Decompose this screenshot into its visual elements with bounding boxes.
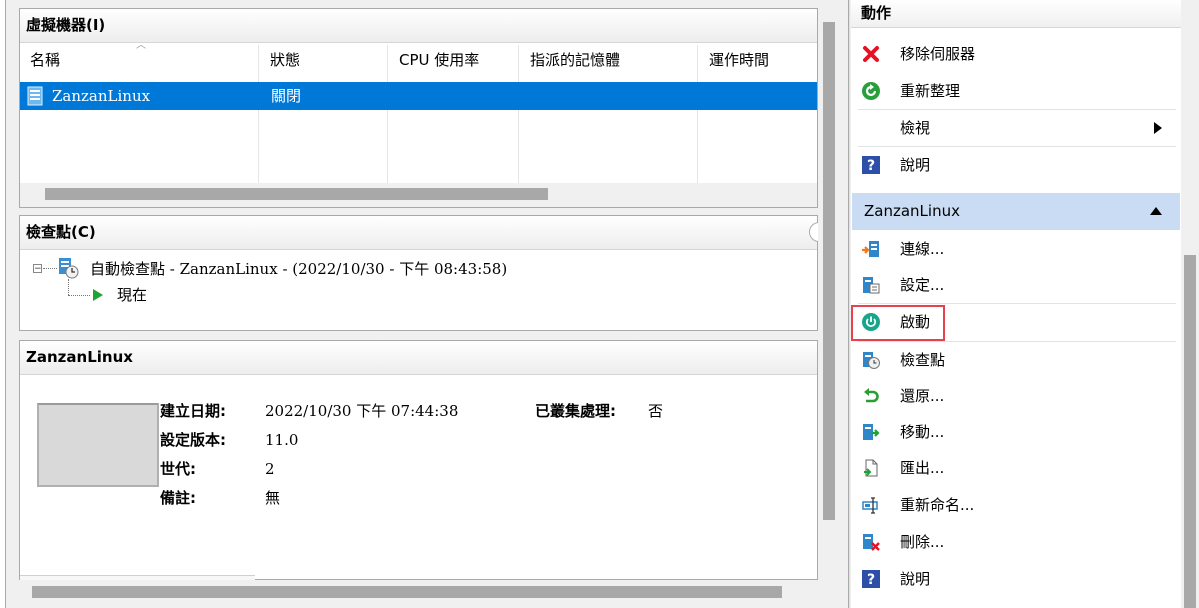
red-x-icon	[863, 46, 879, 62]
delete-icon	[863, 534, 880, 551]
vm-help-action[interactable]: ? 說明	[852, 561, 1180, 597]
scrollbar-thumb[interactable]	[1184, 255, 1196, 608]
delete-action[interactable]: 刪除...	[852, 524, 1180, 560]
created-date-label: 建立日期:	[160, 402, 226, 420]
move-label: 移動...	[900, 423, 945, 441]
help-icon: ?	[862, 156, 880, 174]
settings-action[interactable]: 設定...	[852, 267, 1180, 303]
main-horizontal-scrollbar[interactable]	[6, 581, 818, 603]
svg-text:?: ?	[867, 158, 875, 174]
vm-section-title: ZanzanLinux	[864, 202, 960, 220]
help-icon: ?	[862, 570, 880, 588]
export-icon	[864, 459, 878, 477]
clustered-label: 已叢集處理:	[535, 402, 616, 420]
window-left-edge	[0, 0, 6, 608]
column-header-name[interactable]: 名稱	[30, 45, 60, 75]
details-tab-strip[interactable]	[20, 575, 255, 580]
settings-label: 設定...	[900, 276, 945, 294]
checkpoint-label: 檢查點	[900, 351, 946, 369]
notes-label: 備註:	[160, 489, 196, 507]
move-action[interactable]: 移動...	[852, 414, 1180, 450]
vm-thumbnail[interactable]	[37, 403, 159, 487]
help-action[interactable]: ? 說明	[852, 147, 1180, 183]
virtual-machine-icon	[27, 86, 43, 106]
connect-icon	[862, 241, 879, 257]
revert-icon	[864, 388, 879, 403]
rename-label: 重新命名...	[900, 496, 975, 514]
tree-line	[43, 268, 57, 269]
clustered-value: 否	[648, 402, 664, 420]
column-header-uptime[interactable]: 運作時間	[709, 45, 769, 75]
checkpoint-item[interactable]: 自動檢查點 - ZanzanLinux - (2022/10/30 - 下午 0…	[90, 258, 507, 280]
delete-label: 刪除...	[900, 533, 945, 551]
column-divider	[518, 45, 519, 183]
export-label: 匯出...	[900, 459, 945, 477]
column-header-memory[interactable]: 指派的記憶體	[530, 45, 620, 75]
column-divider	[258, 45, 259, 183]
revert-label: 還原...	[900, 387, 945, 405]
now-arrow-icon	[93, 289, 103, 301]
vm-list-horizontal-scrollbar[interactable]	[20, 183, 817, 207]
checkpoint-icon	[59, 258, 79, 279]
refresh-icon	[862, 82, 880, 100]
pane-splitter[interactable]	[848, 0, 850, 608]
actions-vertical-scrollbar[interactable]	[1181, 0, 1199, 608]
collapse-triangle-icon[interactable]	[1150, 207, 1162, 215]
connect-label: 連線...	[900, 240, 945, 258]
vm-actions-section-header[interactable]: ZanzanLinux	[852, 193, 1180, 230]
settings-icon	[863, 277, 880, 294]
refresh-label: 重新整理	[900, 82, 961, 100]
vm-name-cell: ZanzanLinux	[52, 87, 151, 105]
generation-value: 2	[265, 460, 275, 478]
column-header-cpu[interactable]: CPU 使用率	[399, 45, 479, 75]
remove-server-label: 移除伺服器	[900, 45, 976, 63]
vm-panel-title: 虛擬機器(I)	[20, 9, 817, 43]
checkpoint-icon	[863, 352, 880, 369]
submenu-arrow-icon	[1154, 122, 1162, 134]
rename-icon	[862, 497, 878, 514]
column-divider	[387, 45, 388, 183]
config-version-label: 設定版本:	[160, 431, 226, 449]
connect-action[interactable]: 連線...	[852, 231, 1180, 267]
rename-action[interactable]: 重新命名...	[852, 487, 1180, 523]
sort-indicator-icon: ︿	[136, 40, 146, 51]
help-label: 說明	[900, 156, 931, 174]
vm-help-label: 說明	[900, 570, 931, 588]
svg-text:?: ?	[867, 572, 875, 588]
tree-line	[68, 295, 90, 296]
generation-label: 世代:	[160, 460, 196, 478]
notes-value: 無	[265, 489, 281, 507]
table-row[interactable]: ZanzanLinux 關閉	[20, 82, 817, 110]
export-action[interactable]: 匯出...	[852, 450, 1180, 486]
actions-title: 動作	[851, 0, 1181, 28]
scrollbar-thumb[interactable]	[823, 22, 835, 520]
view-label: 檢視	[900, 119, 931, 137]
column-header-state[interactable]: 狀態	[270, 45, 300, 75]
column-divider	[697, 45, 698, 183]
remove-server-action[interactable]: 移除伺服器	[852, 36, 1180, 72]
scrollbar-thumb[interactable]	[32, 586, 782, 598]
highlight-box	[851, 305, 945, 341]
refresh-action[interactable]: 重新整理	[852, 73, 1180, 109]
view-action[interactable]: 檢視	[852, 110, 1180, 146]
main-vertical-scrollbar[interactable]	[818, 0, 840, 608]
scrollbar-thumb[interactable]	[45, 188, 548, 200]
created-date-value: 2022/10/30 下午 07:44:38	[265, 402, 459, 420]
config-version-value: 11.0	[265, 431, 299, 449]
vm-state-cell: 關閉	[271, 87, 302, 105]
now-item[interactable]: 現在	[117, 284, 147, 306]
checkpoint-action[interactable]: 檢查點	[852, 342, 1180, 378]
move-icon	[863, 424, 880, 440]
details-panel-title: ZanzanLinux	[20, 341, 817, 375]
tree-collapse-icon[interactable]: −	[33, 264, 42, 274]
revert-action[interactable]: 還原...	[852, 378, 1180, 414]
checkpoint-panel-title: 檢查點(C)	[20, 216, 817, 250]
tree-line	[68, 279, 69, 295]
